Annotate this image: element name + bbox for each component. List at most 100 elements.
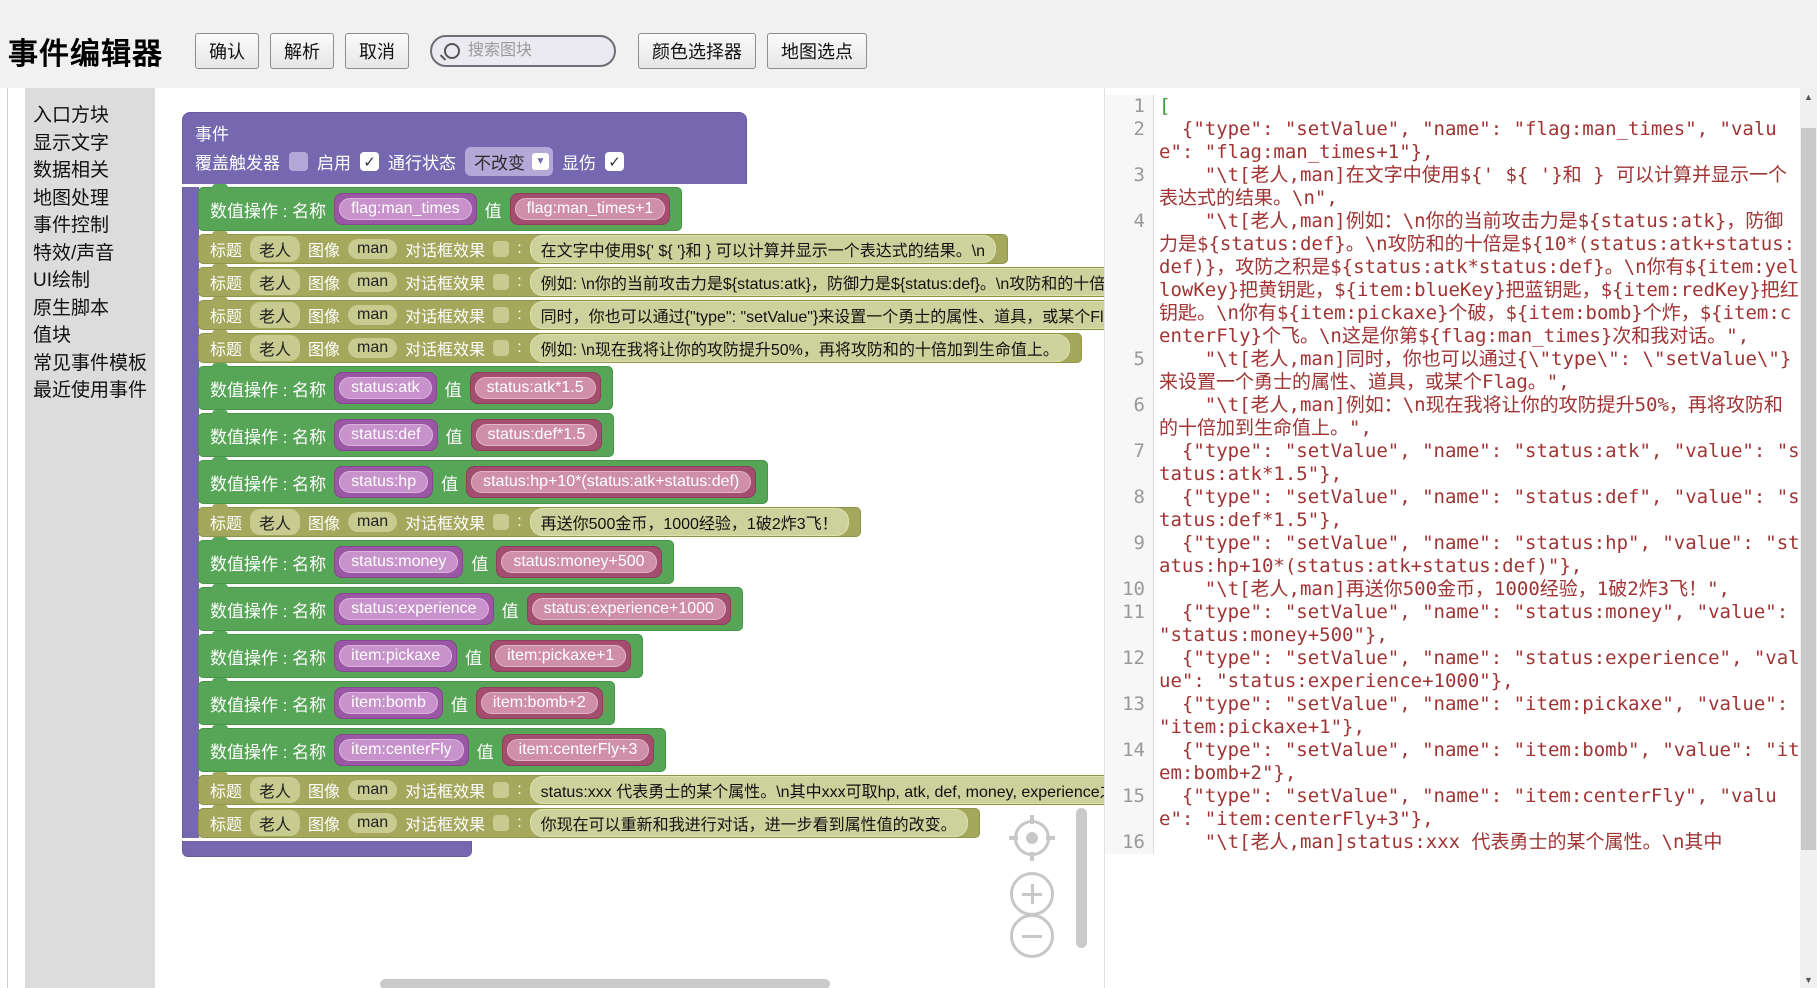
scroll-up-icon[interactable]: ▲	[1800, 88, 1817, 105]
code-line[interactable]: 5 "\t[老人,man]同时，你也可以通过{\"type\": \"setVa…	[1105, 348, 1800, 394]
set-value-block[interactable]: 数值操作 : 名称item:centerFly值item:centerFly+3	[198, 728, 666, 772]
damage-checkbox[interactable]	[605, 152, 624, 171]
code-line[interactable]: 6 "\t[老人,man]例如：\n现在我将让你的攻防提升50%，再将攻防和的十…	[1105, 394, 1800, 440]
dialog-text-block[interactable]: 标题老人图像man对话框效果:例如: \n现在我将让你的攻防提升50%，再将攻防…	[198, 333, 1082, 363]
sidebar-item[interactable]: 数据相关	[25, 157, 155, 185]
name-field[interactable]: status:atk	[339, 377, 431, 399]
code-line[interactable]: 3 "\t[老人,man]在文字中使用${' ${ '}和 } 可以计算并显示一…	[1105, 164, 1800, 210]
code-scrollbar-thumb[interactable]	[1801, 128, 1816, 850]
dialog-text-field[interactable]: status:xxx 代表勇士的某个属性。\n其中xxx可取hp, atk, d…	[530, 776, 1104, 804]
code-scrollbar[interactable]: ▲ ▼	[1800, 88, 1817, 988]
set-value-block[interactable]: 数值操作 : 名称status:experience值status:experi…	[198, 587, 743, 631]
name-field[interactable]: status:hp	[339, 471, 428, 493]
image-field[interactable]: man	[348, 338, 397, 358]
sidebar-item[interactable]: 入口方块	[25, 102, 155, 130]
image-field[interactable]: man	[348, 272, 397, 292]
name-field[interactable]: item:centerFly	[339, 739, 463, 761]
set-value-block[interactable]: 数值操作 : 名称status:atk值status:atk*1.5	[198, 366, 613, 410]
pass-state-dropdown[interactable]: 不改变 ▼	[465, 147, 553, 176]
effect-checkbox[interactable]	[493, 340, 509, 356]
locate-button[interactable]	[1014, 820, 1050, 856]
sidebar-item[interactable]: 最近使用事件	[25, 377, 155, 405]
name-field[interactable]: item:pickaxe	[339, 645, 452, 667]
dialog-text-field[interactable]: 例如: \n现在我将让你的攻防提升50%，再将攻防和的十倍加到生命值上。	[530, 334, 1070, 362]
name-field[interactable]: status:experience	[339, 598, 488, 620]
dialog-text-block[interactable]: 标题老人图像man对话框效果:例如: \n你的当前攻击力是${status:at…	[198, 267, 1104, 297]
value-field[interactable]: item:pickaxe+1	[495, 645, 626, 667]
sidebar-item[interactable]: 地图处理	[25, 185, 155, 213]
parse-button[interactable]: 解析	[270, 33, 334, 69]
value-field[interactable]: flag:man_times+1	[515, 198, 666, 220]
image-field[interactable]: man	[348, 813, 397, 833]
image-field[interactable]: man	[348, 305, 397, 325]
code-editor[interactable]: 1[2 {"type": "setValue", "name": "flag:m…	[1104, 88, 1800, 988]
set-value-block[interactable]: 数值操作 : 名称item:pickaxe值item:pickaxe+1	[198, 634, 643, 678]
effect-checkbox[interactable]	[493, 274, 509, 290]
trigger-checkbox[interactable]	[289, 152, 308, 171]
enabled-checkbox[interactable]	[360, 152, 379, 171]
name-field[interactable]: status:money	[339, 551, 458, 573]
dialog-text-field[interactable]: 你现在可以重新和我进行对话，进一步看到属性值的改变。	[530, 809, 968, 837]
dialog-text-block[interactable]: 标题老人图像man对话框效果:在文字中使用${' ${ '}和 } 可以计算并显…	[198, 234, 1008, 264]
image-field[interactable]: man	[348, 512, 397, 532]
event-block[interactable]: 事件 覆盖触发器 启用 通行状态 不改变 ▼ 显伤 数值操作 : 名称flag:…	[182, 112, 1104, 857]
code-line[interactable]: 4 "\t[老人,man]例如：\n你的当前攻击力是${status:atk}，…	[1105, 210, 1800, 348]
name-field[interactable]: flag:man_times	[339, 198, 472, 220]
code-line[interactable]: 10 "\t[老人,man]再送你500金币，1000经验，1破2炸3飞！",	[1105, 578, 1800, 601]
confirm-button[interactable]: 确认	[195, 33, 259, 69]
image-field[interactable]: man	[348, 780, 397, 800]
code-line[interactable]: 14 {"type": "setValue", "name": "item:bo…	[1105, 739, 1800, 785]
value-field[interactable]: status:experience+1000	[532, 598, 726, 620]
set-value-block[interactable]: 数值操作 : 名称flag:man_times值flag:man_times+1	[198, 187, 682, 231]
dialog-text-block[interactable]: 标题老人图像man对话框效果:你现在可以重新和我进行对话，进一步看到属性值的改变…	[198, 808, 980, 838]
sidebar-item[interactable]: UI绘制	[25, 267, 155, 295]
blockly-workspace[interactable]: 事件 覆盖触发器 启用 通行状态 不改变 ▼ 显伤 数值操作 : 名称flag:…	[155, 88, 1104, 988]
speaker-field[interactable]: 老人	[250, 509, 300, 535]
code-line[interactable]: 2 {"type": "setValue", "name": "flag:man…	[1105, 118, 1800, 164]
search-input[interactable]	[466, 41, 580, 61]
dialog-text-block[interactable]: 标题老人图像man对话框效果:再送你500金币，1000经验，1破2炸3飞！	[198, 507, 861, 537]
color-picker-button[interactable]: 颜色选择器	[638, 33, 756, 69]
code-line[interactable]: 7 {"type": "setValue", "name": "status:a…	[1105, 440, 1800, 486]
name-field[interactable]: item:bomb	[339, 692, 438, 714]
image-field[interactable]: man	[348, 239, 397, 259]
event-block-header[interactable]: 事件 覆盖触发器 启用 通行状态 不改变 ▼ 显伤	[182, 112, 747, 184]
value-field[interactable]: status:hp+10*(status:atk+status:def)	[471, 471, 751, 493]
value-field[interactable]: status:def*1.5	[476, 424, 598, 446]
dialog-text-block[interactable]: 标题老人图像man对话框效果:同时，你也可以通过{"type": "setVal…	[198, 300, 1104, 330]
dialog-text-field[interactable]: 例如: \n你的当前攻击力是${status:atk}，防御力是${status…	[530, 268, 1104, 296]
value-field[interactable]: status:atk*1.5	[475, 377, 596, 399]
sidebar-item[interactable]: 常见事件模板	[25, 350, 155, 378]
map-pick-button[interactable]: 地图选点	[767, 33, 867, 69]
code-line[interactable]: 9 {"type": "setValue", "name": "status:h…	[1105, 532, 1800, 578]
code-line[interactable]: 12 {"type": "setValue", "name": "status:…	[1105, 647, 1800, 693]
sidebar-item[interactable]: 原生脚本	[25, 295, 155, 323]
sidebar-item[interactable]: 事件控制	[25, 212, 155, 240]
sidebar-item[interactable]: 特效/声音	[25, 240, 155, 268]
cancel-button[interactable]: 取消	[345, 33, 409, 69]
value-field[interactable]: status:money+500	[501, 551, 656, 573]
speaker-field[interactable]: 老人	[250, 302, 300, 328]
value-field[interactable]: item:bomb+2	[481, 692, 598, 714]
set-value-block[interactable]: 数值操作 : 名称status:def值status:def*1.5	[198, 413, 614, 457]
dialog-text-field[interactable]: 在文字中使用${' ${ '}和 } 可以计算并显示一个表达式的结果。\n	[530, 235, 996, 263]
speaker-field[interactable]: 老人	[250, 335, 300, 361]
speaker-field[interactable]: 老人	[250, 236, 300, 262]
workspace-vertical-scrollbar[interactable]	[1076, 808, 1087, 948]
effect-checkbox[interactable]	[493, 241, 509, 257]
dialog-text-block[interactable]: 标题老人图像man对话框效果:status:xxx 代表勇士的某个属性。\n其中…	[198, 775, 1104, 805]
dialog-text-field[interactable]: 再送你500金币，1000经验，1破2炸3飞！	[530, 508, 849, 536]
effect-checkbox[interactable]	[493, 514, 509, 530]
sidebar-item[interactable]: 显示文字	[25, 130, 155, 158]
set-value-block[interactable]: 数值操作 : 名称item:bomb值item:bomb+2	[198, 681, 615, 725]
code-line[interactable]: 13 {"type": "setValue", "name": "item:pi…	[1105, 693, 1800, 739]
speaker-field[interactable]: 老人	[250, 810, 300, 836]
speaker-field[interactable]: 老人	[250, 269, 300, 295]
name-field[interactable]: status:def	[339, 424, 432, 446]
set-value-block[interactable]: 数值操作 : 名称status:hp值status:hp+10*(status:…	[198, 460, 768, 504]
sidebar-item[interactable]: 值块	[25, 322, 155, 350]
code-line[interactable]: 1[	[1105, 95, 1800, 118]
speaker-field[interactable]: 老人	[250, 777, 300, 803]
code-line[interactable]: 16 "\t[老人,man]status:xxx 代表勇士的某个属性。\n其中	[1105, 831, 1800, 854]
dialog-text-field[interactable]: 同时，你也可以通过{"type": "setValue"}来设置一个勇士的属性、…	[530, 301, 1104, 329]
